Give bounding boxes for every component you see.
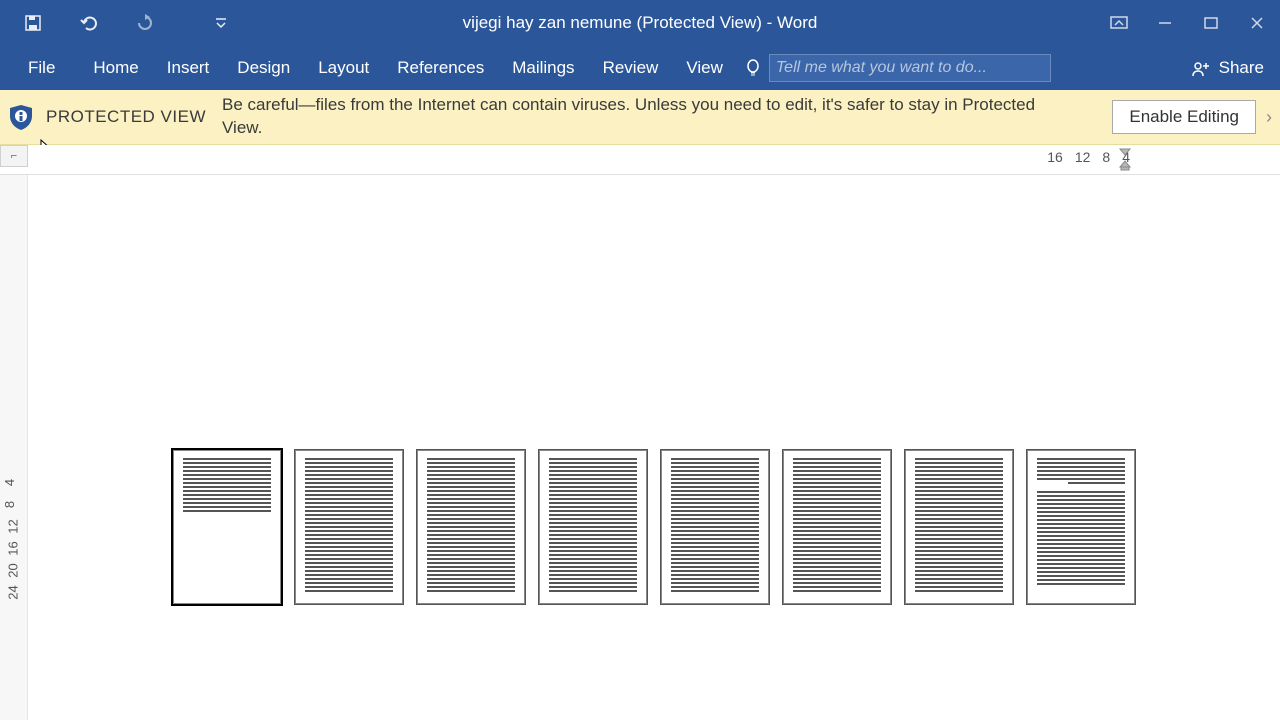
title-bar: vijegi hay zan nemune (Protected View) -…	[0, 0, 1280, 46]
tab-file[interactable]: File	[14, 46, 69, 90]
tab-mailings[interactable]: Mailings	[498, 46, 588, 90]
protected-view-label: PROTECTED VIEW	[46, 107, 206, 127]
page-thumbnail[interactable]	[661, 450, 769, 604]
tab-review[interactable]: Review	[589, 46, 673, 90]
document-workspace: 4 8 12 16 20 24	[0, 175, 1280, 720]
enable-editing-button[interactable]: Enable Editing	[1112, 100, 1256, 134]
tab-home[interactable]: Home	[79, 46, 152, 90]
page-thumbnail[interactable]	[417, 450, 525, 604]
protected-view-bar: PROTECTED VIEW Be careful—files from the…	[0, 90, 1280, 145]
window-buttons	[1096, 0, 1280, 46]
vertical-ruler[interactable]: 4 8 12 16 20 24	[0, 175, 28, 720]
page-thumbnail[interactable]	[783, 450, 891, 604]
close-icon[interactable]	[1234, 0, 1280, 46]
tab-insert[interactable]: Insert	[153, 46, 224, 90]
horizontal-ruler[interactable]: ⌐ 161284	[0, 145, 1280, 175]
lightbulb-icon	[743, 58, 763, 78]
shield-icon	[6, 102, 36, 132]
tab-layout[interactable]: Layout	[304, 46, 383, 90]
chevron-right-icon[interactable]: ›	[1266, 107, 1272, 128]
ribbon-tabs: File Home Insert Design Layout Reference…	[0, 46, 1280, 90]
page-thumbnail[interactable]	[295, 450, 403, 604]
ruler-corner: ⌐	[0, 145, 28, 167]
tell-me-input[interactable]	[769, 54, 1051, 82]
page-thumbnail[interactable]	[1027, 450, 1135, 604]
undo-icon[interactable]	[76, 10, 102, 36]
quick-access-toolbar	[0, 10, 234, 36]
page-canvas[interactable]	[28, 175, 1280, 720]
save-icon[interactable]	[20, 10, 46, 36]
page-thumbnail[interactable]	[905, 450, 1013, 604]
page-thumbnail[interactable]	[539, 450, 647, 604]
tab-references[interactable]: References	[383, 46, 498, 90]
protected-view-message: Be careful—files from the Internet can c…	[222, 94, 1072, 140]
ruler-indent-marker[interactable]	[1118, 147, 1132, 171]
minimize-icon[interactable]	[1142, 0, 1188, 46]
share-label: Share	[1219, 58, 1264, 78]
qat-customize-icon[interactable]	[208, 10, 234, 36]
maximize-icon[interactable]	[1188, 0, 1234, 46]
redo-icon[interactable]	[132, 10, 158, 36]
ribbon-display-icon[interactable]	[1096, 0, 1142, 46]
page-thumbnail[interactable]	[173, 450, 281, 604]
window-title: vijegi hay zan nemune (Protected View) -…	[463, 13, 818, 33]
tab-design[interactable]: Design	[223, 46, 304, 90]
page-thumbnails-row	[173, 450, 1135, 604]
share-button[interactable]: Share	[1181, 46, 1280, 90]
tab-view[interactable]: View	[672, 46, 737, 90]
